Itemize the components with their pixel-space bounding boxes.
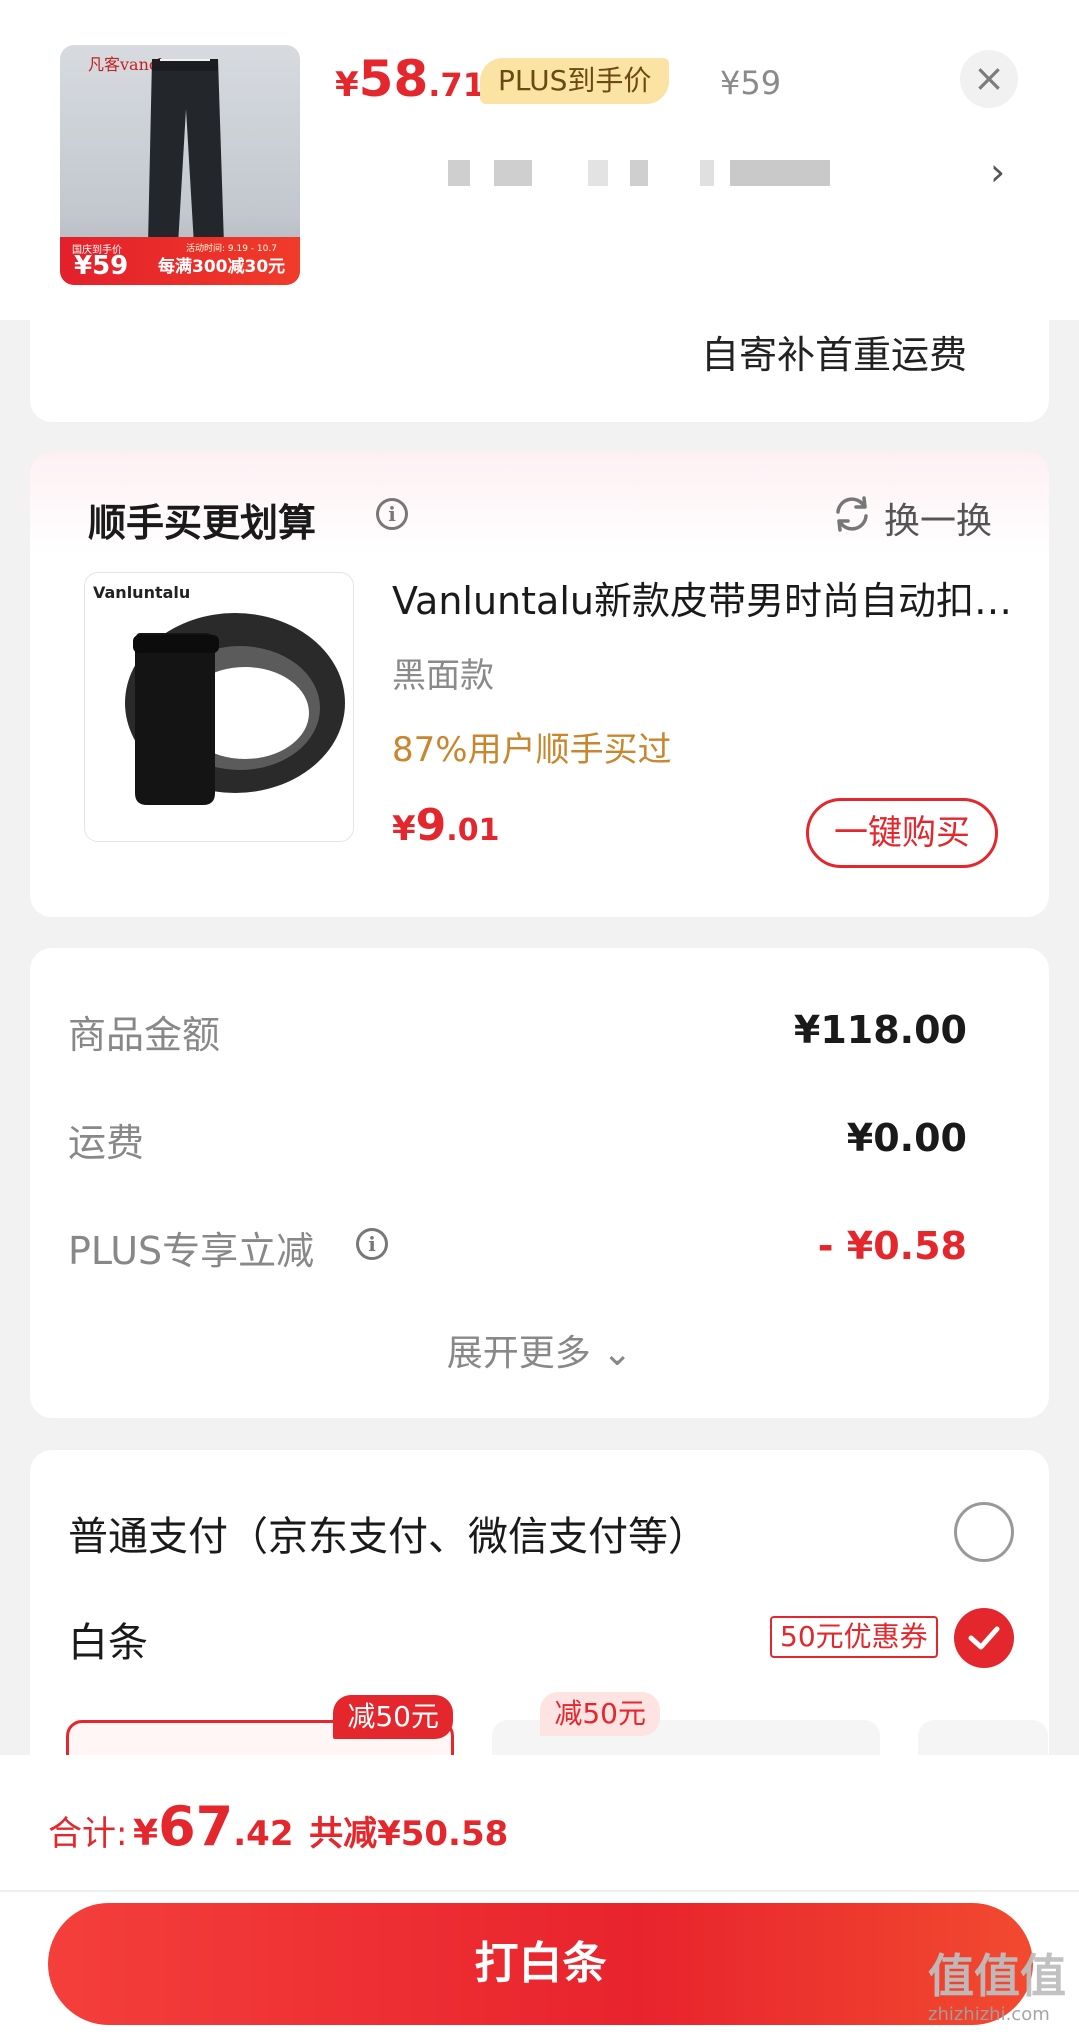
info-icon[interactable]: i [376,498,408,530]
pants-image [148,59,224,245]
product-header: 凡客vancl 国庆到手价 活动时间: 9.19 - 10.7 ¥59 每满30… [0,0,1079,320]
normal-payment-radio[interactable] [954,1502,1014,1562]
shipping-note: 自寄补首重运费 [700,333,967,377]
belt-illustration [125,613,345,805]
divider [0,1890,1079,1892]
watermark-url: zhizhizhi.com [928,2004,1050,2025]
close-button[interactable]: × [960,50,1018,108]
installment-discount-badge: 减50元 [540,1692,660,1736]
plus-discount-value: - ¥0.58 [817,1224,967,1268]
addon-title: 顺手买更划算 [88,501,317,545]
total-saving: 共减¥50.58 [309,1814,509,1854]
plus-discount-label: PLUS专享立减 [68,1229,315,1273]
checkout-screen: 凡客vancl 国庆到手价 活动时间: 9.19 - 10.7 ¥59 每满30… [0,0,1079,2034]
bottom-checkout-bar: 合计: ¥67.42 共减¥50.58 打白条 [0,1755,1079,2034]
normal-payment-label[interactable]: 普通支付（京东支付、微信支付等） [68,1504,708,1562]
plus-price-tag: PLUS到手价 [480,58,670,104]
total-label: 合计: [48,1814,128,1854]
installment-discount-badge: 减50元 [333,1695,453,1739]
pay-with-baitiao-button[interactable]: 打白条 [48,1903,1033,2025]
belt-image[interactable]: Vanluntalu [84,572,354,842]
product-thumbnail[interactable]: 凡客vancl 国庆到手价 活动时间: 9.19 - 10.7 ¥59 每满30… [60,45,300,285]
price-decimal: .71 [428,66,485,104]
promo-price: ¥59 [74,251,129,281]
belt-product-name[interactable]: Vanluntalu新款皮带男时尚自动扣皮带 [392,570,1012,625]
price-integer: 58 [358,50,429,108]
promo-text: 每满300减30元 [158,257,286,277]
baitiao-radio-checked[interactable] [954,1608,1014,1668]
plus-price: ¥58.71 [335,50,485,108]
total-decimal: .42 [233,1814,294,1854]
subtotal-value: ¥118.00 [793,1008,967,1052]
order-summary-card: 商品金额 ¥118.00 运费 ¥0.00 PLUS专享立减 i - ¥0.58… [30,948,1049,1418]
belt-price-currency: ¥ [392,809,416,849]
coupon-badge[interactable]: 50元优惠券 [770,1616,938,1658]
swap-button[interactable]: 换一换 [884,492,992,544]
chevron-right-icon[interactable]: › [990,150,1005,194]
total-currency: ¥ [133,1813,159,1854]
expand-more-button[interactable]: 展开更多 ⌄ [30,1324,1049,1376]
one-click-buy-button[interactable]: 一键购买 [806,798,998,868]
belt-price-integer: 9 [415,800,447,851]
subtotal-label: 商品金额 [68,1013,221,1057]
check-icon [968,1626,1000,1650]
price-currency: ¥ [335,65,359,105]
order-total: 合计: ¥67.42 共减¥50.58 [48,1795,508,1858]
blurred-sku-info[interactable] [448,160,830,188]
shipping-fee-label: 运费 [68,1121,145,1165]
total-integer: 67 [158,1795,234,1858]
belt-social-proof: 87%用户顺手买过 [392,730,672,770]
refresh-icon[interactable] [830,492,874,536]
belt-variant: 黑面款 [392,656,494,696]
belt-price-decimal: .01 [446,813,500,848]
info-icon[interactable]: i [356,1228,388,1260]
site-watermark: 值值值 zhizhizhi.com [928,1940,1078,2034]
baitiao-label[interactable]: 白条 [68,1610,148,1668]
addon-recommend-card: 顺手买更划算 i 换一换 Vanluntalu Vanluntalu新款皮带男时… [30,452,1049,917]
close-icon: × [973,56,1005,100]
shipping-fee-value: ¥0.00 [846,1116,967,1160]
original-price: ¥59 [720,64,782,102]
shipping-card: 自寄补首重运费 [30,290,1049,422]
belt-price: ¥9.01 [392,800,499,851]
thumbnail-promo-banner: 国庆到手价 活动时间: 9.19 - 10.7 ¥59 每满300减30元 [60,237,300,285]
watermark-logo: 值值值 [928,1949,1066,2003]
